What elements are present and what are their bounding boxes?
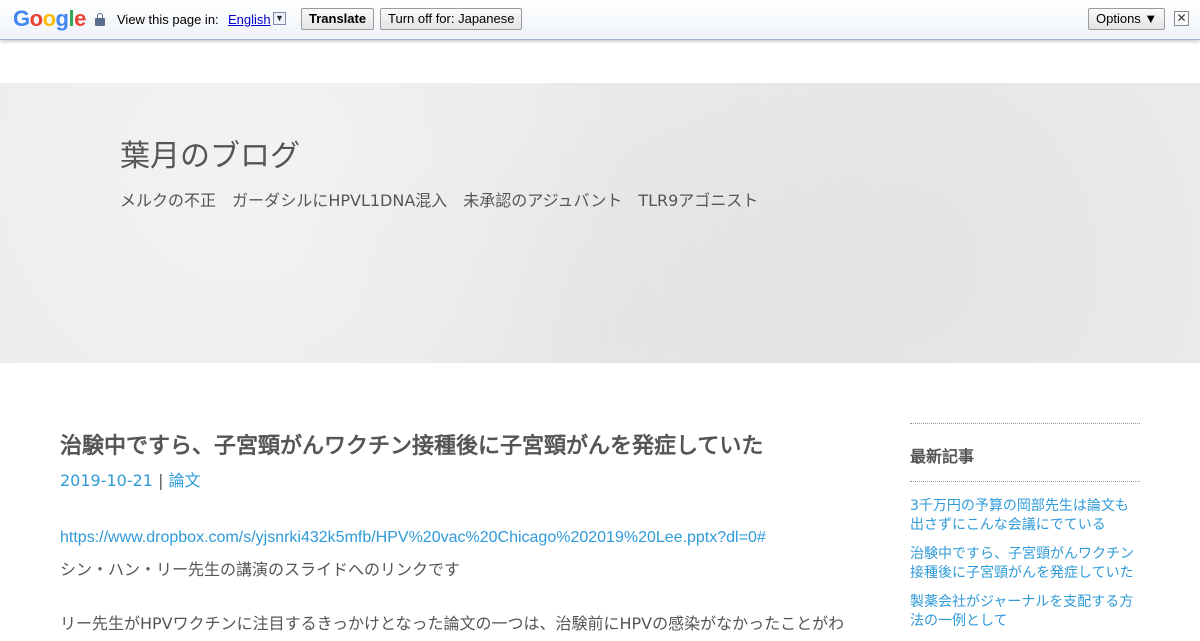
- logo-letter: o: [42, 6, 56, 31]
- list-item: 製薬会社がジャーナルを支配する方法の一例として: [910, 593, 1140, 631]
- list-item: 治験中ですら、子宮頸がんワクチン接種後に子宮頸がんを発症していた: [910, 545, 1140, 583]
- translate-button[interactable]: Translate: [301, 8, 375, 30]
- recent-post-link[interactable]: 治験中ですら、子宮頸がんワクチン接種後に子宮頸がんを発症していた: [910, 546, 1134, 581]
- options-button[interactable]: Options ▼: [1088, 8, 1166, 30]
- meta-separator: |: [152, 471, 169, 490]
- post-paragraph: シン・ハン・リー先生の講演のスライドへのリンクです: [60, 560, 461, 579]
- list-item: 3千万円の予算の岡部先生は論文も出さずにこんな会議にでている: [910, 497, 1140, 535]
- logo-letter: o: [29, 6, 43, 31]
- view-page-label: View this page in:: [117, 12, 219, 27]
- post-paragraph: リー先生がHPVワクチンに注目するきっかけとなった論文の一つは、治験前にHPVの…: [60, 614, 845, 633]
- turn-off-button[interactable]: Turn off for: Japanese: [380, 8, 523, 30]
- translate-bar: Google View this page in: English ▼ Tran…: [0, 0, 1200, 40]
- sidebar-divider: [910, 423, 1140, 424]
- language-select[interactable]: English: [228, 12, 271, 27]
- site-title[interactable]: 葉月のブログ: [120, 131, 300, 175]
- logo-letter: e: [74, 6, 86, 31]
- dropdown-arrow-icon[interactable]: ▼: [273, 12, 286, 25]
- recent-post-link[interactable]: 3千万円の予算の岡部先生は論文も出さずにこんな会議にでている: [910, 498, 1129, 533]
- sidebar-divider: [910, 481, 1140, 482]
- close-icon[interactable]: ✕: [1174, 11, 1189, 26]
- post-category-link[interactable]: 論文: [169, 471, 201, 490]
- google-logo: Google: [13, 6, 86, 32]
- dropbox-link[interactable]: https://www.dropbox.com/s/yjsnrki432k5mf…: [60, 529, 766, 547]
- recent-post-link[interactable]: 製薬会社がジャーナルを支配する方法の一例として: [910, 594, 1133, 629]
- post-date-link[interactable]: 2019-10-21: [60, 471, 153, 490]
- site-description: メルクの不正 ガーダシルにHPVL1DNA混入 未承認のアジュバント TLR9ア…: [120, 191, 759, 210]
- post-title[interactable]: 治験中ですら、子宮頸がんワクチン接種後に子宮頸がんを発症していた: [60, 428, 763, 460]
- logo-letter: G: [13, 6, 30, 31]
- lock-icon: [95, 13, 105, 26]
- recent-posts-list: 3千万円の予算の岡部先生は論文も出さずにこんな会議にでている 治験中ですら、子宮…: [910, 497, 1140, 641]
- post-meta: 2019-10-21 | 論文: [60, 467, 201, 491]
- logo-letter: g: [55, 6, 69, 31]
- sidebar-heading: 最新記事: [910, 447, 975, 466]
- header-banner: 葉月のブログ メルクの不正 ガーダシルにHPVL1DNA混入 未承認のアジュバン…: [0, 83, 1200, 363]
